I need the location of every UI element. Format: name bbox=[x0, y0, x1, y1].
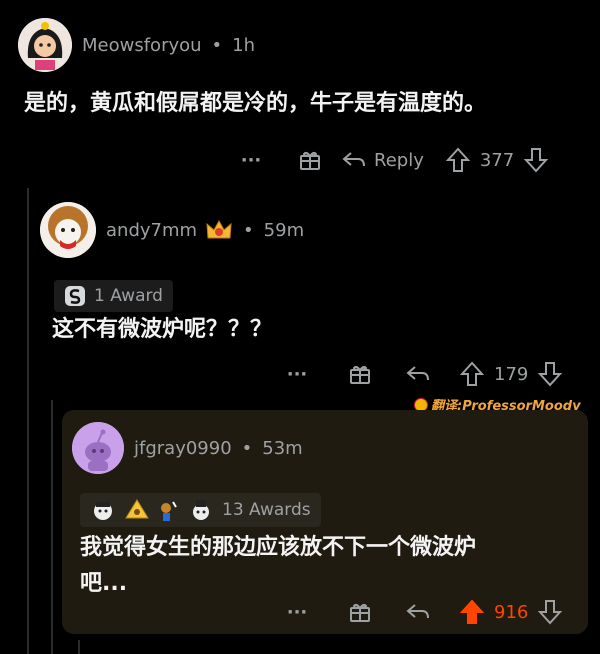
gift-icon bbox=[350, 365, 370, 384]
upvote-button[interactable] bbox=[460, 361, 484, 387]
upvote-button[interactable] bbox=[460, 599, 484, 625]
avatar[interactable] bbox=[18, 18, 72, 72]
arrow-up-filled-icon bbox=[460, 599, 484, 624]
avatar[interactable] bbox=[40, 202, 96, 258]
comment-header: Meowsforyou • 1h bbox=[18, 18, 255, 72]
reply-icon bbox=[406, 366, 429, 381]
separator-dot: • bbox=[211, 34, 223, 56]
award-count: 13 Awards bbox=[222, 500, 311, 520]
comment-body-line: 我觉得女生的那边应该放不下一个微波炉 bbox=[80, 535, 477, 560]
vote-score: 916 bbox=[494, 601, 529, 623]
reply-button[interactable]: Reply bbox=[342, 150, 424, 171]
separator-dot: • bbox=[241, 437, 253, 459]
comment-header: jfgray0990 • 53m bbox=[72, 422, 303, 474]
award-badge[interactable]: 1 Award bbox=[54, 280, 173, 312]
award-button[interactable] bbox=[340, 601, 380, 623]
comment-actions: ··· 179 bbox=[282, 358, 563, 390]
downvote-button[interactable] bbox=[538, 361, 563, 387]
reply-label: Reply bbox=[374, 149, 424, 171]
username[interactable]: Meowsforyou bbox=[82, 35, 202, 56]
reply-button[interactable] bbox=[406, 602, 430, 622]
comment-actions: ··· Reply 377 bbox=[236, 144, 549, 176]
username[interactable]: andy7mm bbox=[106, 220, 197, 241]
reply-icon bbox=[406, 604, 429, 619]
comment-body: 这不有微波炉呢？？？ bbox=[52, 317, 273, 342]
arrow-down-icon bbox=[538, 600, 563, 625]
arrow-up-icon bbox=[445, 147, 470, 172]
reply-button[interactable] bbox=[406, 364, 430, 384]
thread-line-level2 bbox=[51, 400, 53, 654]
reply-icon bbox=[342, 152, 365, 167]
comment-actions: ··· 916 bbox=[282, 596, 563, 628]
vote-score: 179 bbox=[494, 363, 529, 385]
separator-dot: • bbox=[243, 219, 254, 241]
more-options-button[interactable]: ··· bbox=[236, 150, 266, 171]
upvote-button[interactable] bbox=[445, 147, 470, 173]
gift-icon bbox=[350, 603, 370, 622]
award-icon bbox=[90, 498, 116, 522]
gift-icon bbox=[300, 151, 320, 170]
timestamp: 1h bbox=[232, 34, 256, 56]
username[interactable]: jfgray0990 bbox=[134, 438, 232, 459]
award-button[interactable] bbox=[290, 149, 330, 171]
arrow-down-icon bbox=[524, 148, 549, 173]
award-icon bbox=[124, 498, 150, 522]
more-options-button[interactable]: ··· bbox=[282, 364, 312, 385]
award-icon bbox=[158, 498, 180, 522]
downvote-button[interactable] bbox=[538, 599, 563, 625]
award-button[interactable] bbox=[340, 363, 380, 385]
timestamp: 53m bbox=[262, 437, 303, 459]
arrow-down-icon bbox=[538, 362, 563, 387]
arrow-up-icon bbox=[460, 361, 484, 386]
comment-body: 我觉得女生的那边应该放不下一个微波炉 吧... bbox=[80, 530, 476, 602]
award-count: 1 Award bbox=[94, 286, 163, 306]
timestamp: 59m bbox=[263, 219, 305, 241]
award-icon bbox=[188, 498, 214, 522]
avatar[interactable] bbox=[72, 422, 124, 474]
award-icon bbox=[64, 285, 86, 307]
thread-line-level3 bbox=[78, 640, 80, 654]
crown-badge-icon bbox=[205, 218, 233, 242]
comment-header: andy7mm • 59m bbox=[40, 202, 304, 258]
downvote-button[interactable] bbox=[524, 147, 549, 173]
comment-body: 是的，黄瓜和假屌都是冷的，牛子是有温度的。 bbox=[24, 91, 487, 116]
vote-score: 377 bbox=[479, 149, 515, 171]
award-badge[interactable]: 13 Awards bbox=[80, 493, 321, 527]
more-options-button[interactable]: ··· bbox=[282, 602, 312, 623]
thread-line-level1 bbox=[27, 188, 29, 654]
